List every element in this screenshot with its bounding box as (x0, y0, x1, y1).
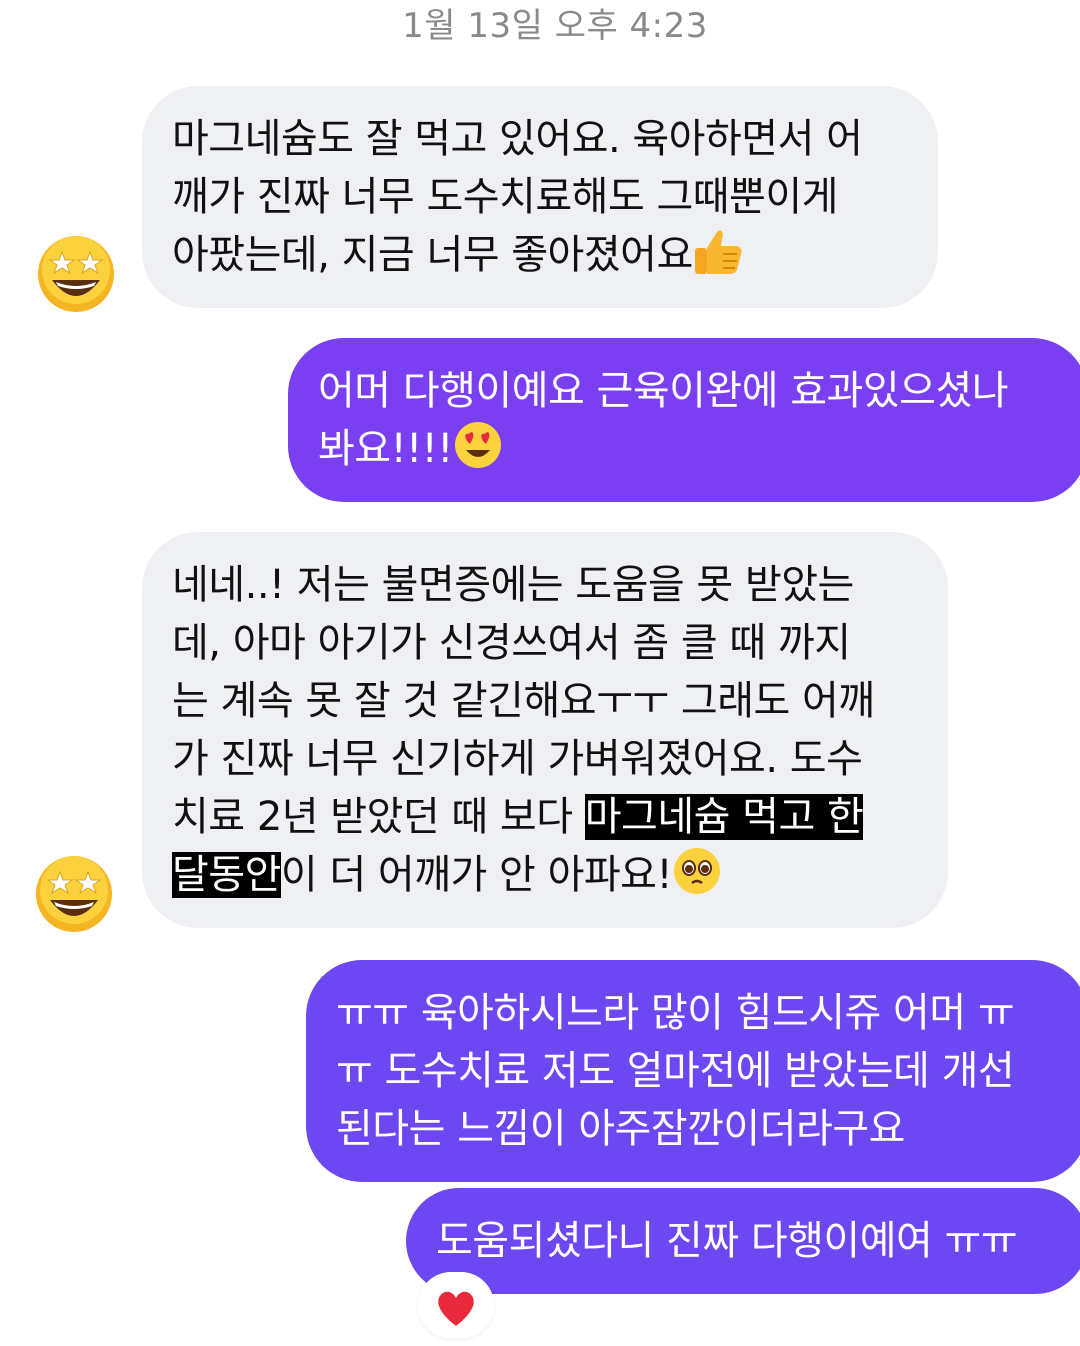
message-line: 된다는 느낌이 아주잠깐이더라구요 (336, 1106, 905, 1152)
red-heart-icon (438, 1291, 474, 1326)
message-line: 이 더 어깨가 안 아파요! (280, 852, 673, 898)
star-struck-avatar-icon[interactable] (34, 230, 118, 314)
message-line: ㅠㅠ 육아하시느라 많이 힘드시쥬 어머 ㅠ (336, 990, 1015, 1036)
message-line: 어머 다행이예요 근육이완에 효과있으셨나 (318, 368, 1009, 414)
message-line: 데, 아마 아기가 신경쓰여서 좀 클 때 까지 (172, 620, 851, 666)
message-bubble-incoming[interactable]: 네네..! 저는 불면증에는 도움을 못 받았는 데, 아마 아기가 신경쓰여서… (142, 532, 948, 928)
message-line: 가 진짜 너무 신기하게 가벼워졌어요. 도수 (172, 736, 863, 782)
thumbs-up-icon (694, 230, 742, 274)
message-reaction[interactable] (418, 1272, 494, 1338)
message-line: 는 계속 못 잘 것 같긴해요ㅜㅜ 그래도 어깨 (172, 678, 875, 724)
message-bubble-outgoing[interactable]: 도움되셨다니 진짜 다행이예여 ㅠㅠ (406, 1188, 1080, 1294)
message-line: 네네..! 저는 불면증에는 도움을 못 받았는 (172, 562, 854, 608)
highlighted-text: 마그네슘 먹고 한 (584, 794, 864, 840)
pleading-face-icon (674, 848, 721, 894)
heart-eyes-icon (454, 422, 501, 468)
message-bubble-incoming[interactable]: 마그네슘도 잘 먹고 있어요. 육아하면서 어 깨가 진짜 너무 도수치료해도 … (142, 86, 938, 308)
highlighted-text: 달동안 (172, 852, 281, 898)
message-line: 깨가 진짜 너무 도수치료해도 그때뿐이게 (172, 174, 838, 220)
message-timestamp: 1월 13일 오후 4:23 (402, 6, 708, 46)
message-line: ㅠ 도수치료 저도 얼마전에 받았는데 개선 (336, 1048, 1015, 1094)
message-line: 도움되셨다니 진짜 다행이예여 ㅠㅠ (436, 1218, 1018, 1264)
message-line: 아팠는데, 지금 너무 좋아졌어요 (172, 232, 693, 278)
message-line: 마그네슘도 잘 먹고 있어요. 육아하면서 어 (172, 116, 863, 162)
message-bubble-outgoing[interactable]: ㅠㅠ 육아하시느라 많이 힘드시쥬 어머 ㅠ ㅠ 도수치료 저도 얼마전에 받았… (306, 960, 1080, 1182)
message-line: 치료 2년 받았던 때 보다 (172, 794, 585, 840)
message-line: 봐요!!!! (318, 426, 453, 472)
star-struck-avatar-icon[interactable] (32, 850, 116, 934)
message-bubble-outgoing[interactable]: 어머 다행이예요 근육이완에 효과있으셨나 봐요!!!! (288, 338, 1080, 502)
